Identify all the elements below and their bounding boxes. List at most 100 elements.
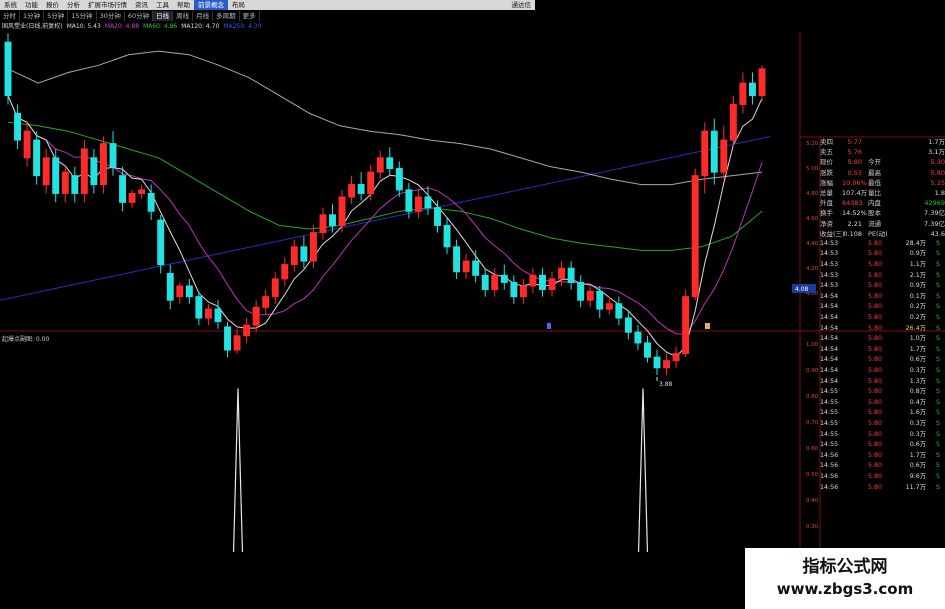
- candle-body: [233, 335, 241, 351]
- sub-tick: 0.90: [806, 368, 819, 374]
- candle-body: [481, 274, 489, 291]
- tick-side: S: [936, 367, 940, 374]
- ma-legend-item: MA120: 4.70: [181, 23, 220, 30]
- menu-item[interactable]: 功能: [21, 0, 42, 10]
- signal-spike: [637, 388, 649, 552]
- candle-body: [386, 157, 394, 170]
- tick-volume: 0.2万: [909, 303, 926, 311]
- tick-time: 14:53: [820, 239, 839, 247]
- tick-row: 14:54 5.80 0.2万 S: [820, 313, 945, 324]
- tick-price: 5.80: [867, 430, 882, 438]
- tick-price: 5.80: [867, 282, 882, 290]
- menu-item[interactable]: 报价: [42, 0, 63, 10]
- period-tab[interactable]: 15分钟: [68, 11, 97, 21]
- candle-body: [138, 189, 146, 194]
- tick-time: 14:55: [820, 419, 839, 427]
- period-tab[interactable]: 月线: [193, 11, 214, 21]
- tick-price: 5.80: [867, 261, 882, 269]
- menu-item[interactable]: 扩展市场行情: [84, 0, 131, 10]
- tick-time: 14:55: [820, 388, 839, 396]
- menu-item[interactable]: 布局: [228, 0, 249, 10]
- tick-volume: 1.7万: [909, 451, 926, 459]
- candle-body: [243, 324, 251, 337]
- candle-body: [157, 219, 165, 266]
- candle-body: [577, 281, 585, 301]
- candle-body: [596, 290, 604, 310]
- sub-chart-header: 起爆点副图: 0.00: [2, 336, 50, 343]
- quote-panel: 卖四 5.77 1.7万 卖五 5.76 3.1万 现价 5.80 今开 5.30 涨跌 0.53 最高…: [820, 137, 945, 542]
- tick-volume: 1.1万: [909, 261, 926, 269]
- tick-time: 14:54: [820, 345, 839, 353]
- quote-key: 现价: [820, 158, 833, 167]
- quote-key: 外盘: [820, 199, 833, 208]
- tick-price: 5.80: [867, 314, 882, 322]
- quote-key: 换手: [820, 209, 833, 218]
- tick-volume: 0.8万: [909, 388, 926, 396]
- quote-key-2: 今开: [868, 158, 881, 167]
- period-tab[interactable]: 周线: [173, 11, 194, 21]
- tick-side: S: [936, 483, 940, 491]
- tick-price: 5.80: [867, 250, 882, 258]
- tick-price: 5.80: [867, 239, 882, 247]
- quote-key-2: 内盘: [868, 199, 881, 208]
- tick-row: 14:54 5.80 0.2万 S: [820, 302, 945, 313]
- tick-volume: 0.9万: [909, 250, 926, 258]
- tick-price: 5.80: [867, 483, 882, 491]
- kline-chart[interactable]: 3.885.205.004.804.604.404.204.004.081.00…: [0, 32, 945, 552]
- candle-body: [309, 232, 317, 262]
- tick-row: 14:56 5.80 9.6万 S: [820, 472, 945, 483]
- quote-row: 卖五 5.76 3.1万: [820, 147, 945, 157]
- period-tab[interactable]: 60分钟: [125, 11, 154, 21]
- tick-time: 14:56: [820, 462, 839, 470]
- candle-body: [567, 267, 575, 283]
- tick-volume: 28.4万: [905, 239, 926, 247]
- period-tab[interactable]: 5分钟: [44, 11, 69, 21]
- menu-item[interactable]: 帮助: [173, 0, 194, 10]
- tick-price: 5.80: [867, 441, 882, 449]
- period-tab[interactable]: 多周期: [213, 11, 240, 21]
- sub-tick: 0.30: [806, 524, 819, 530]
- menu-item[interactable]: 系统: [0, 0, 21, 10]
- quote-key: 涨跌: [820, 168, 833, 177]
- tick-side: S: [936, 419, 940, 427]
- quote-value-2: 5.80: [930, 168, 945, 177]
- period-tab[interactable]: 分时: [0, 11, 20, 21]
- period-tab[interactable]: 30分钟: [97, 11, 125, 21]
- candle-body: [224, 326, 231, 351]
- tick-time: 14:53: [820, 282, 839, 290]
- ma-legend-item: MA60: 4.86: [143, 23, 178, 30]
- tick-side: S: [936, 451, 940, 459]
- candle-body: [99, 143, 107, 186]
- period-tab[interactable]: 日线: [153, 11, 174, 21]
- tick-row: 14:55 5.80 0.6万 S: [820, 440, 945, 451]
- ma-legend-item: MA20: 4.88: [104, 23, 140, 30]
- candle-body: [739, 82, 747, 105]
- candle-body: [252, 306, 260, 326]
- candle-body: [52, 157, 60, 194]
- menu-item[interactable]: 前景概念: [194, 0, 228, 10]
- price-tick: 4.80: [806, 191, 819, 197]
- quote-value: 14.52%: [842, 209, 867, 218]
- tick-row: 14:53 5.80 28.4万 S: [820, 239, 945, 250]
- period-tab[interactable]: 1分钟: [20, 11, 45, 21]
- tick-side: S: [936, 282, 940, 290]
- quote-row: 总量 107.4万 量比 1.8: [820, 188, 945, 198]
- tick-price: 5.80: [867, 377, 882, 385]
- tick-volume: 0.3万: [909, 419, 926, 427]
- menu-item[interactable]: 资讯: [131, 0, 152, 10]
- tick-side: S: [936, 292, 940, 300]
- tick-price: 5.80: [867, 388, 882, 396]
- menu-item[interactable]: 分析: [63, 0, 84, 10]
- quote-value: 5.77: [847, 138, 862, 146]
- tick-side: S: [936, 472, 940, 480]
- candle-body: [682, 296, 690, 355]
- period-tab[interactable]: 更多: [240, 11, 260, 21]
- candle-body: [14, 112, 22, 141]
- candle-body: [615, 303, 623, 319]
- candle-body: [281, 264, 289, 280]
- tick-side: S: [936, 239, 940, 247]
- menu-item[interactable]: 工具: [152, 0, 173, 10]
- tick-volume: 0.1万: [909, 292, 926, 300]
- watermark-logo: 指标公式网 www.zbgs3.com: [745, 548, 945, 609]
- tick-list[interactable]: 14:53 5.80 28.4万 S 14:53 5.80 0.9万 S 14:53 5.80 1.…: [820, 239, 945, 493]
